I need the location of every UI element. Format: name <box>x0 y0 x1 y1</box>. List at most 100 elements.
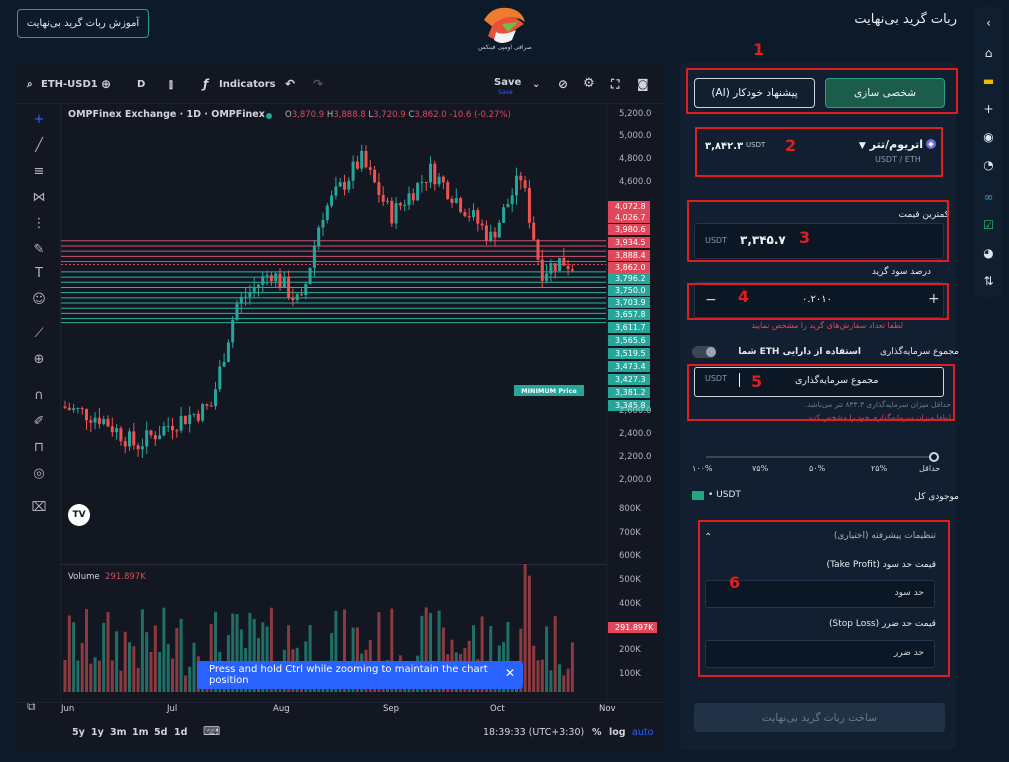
symbol-label[interactable]: ETH-USD1 <box>41 79 98 90</box>
candle-body <box>201 404 205 421</box>
save-button[interactable]: Save <box>494 77 521 88</box>
infinity-icon[interactable]: ∞ <box>979 187 998 206</box>
search-icon[interactable]: ⌕ <box>27 79 33 90</box>
grid-price-tag: 3,934.5 <box>608 237 650 248</box>
tradingview-logo[interactable]: TV <box>68 504 90 526</box>
eth-toggle[interactable] <box>692 346 716 358</box>
wallet-icon[interactable]: ▬ <box>979 71 998 90</box>
volume-bar <box>63 659 67 692</box>
undo-icon[interactable]: ↶ <box>285 77 295 91</box>
close-icon[interactable]: ✕ <box>505 666 515 680</box>
clock-readout[interactable]: 18:39:33 (UTC+3:30) <box>483 727 584 738</box>
slider-mark-75[interactable]: ۷۵% <box>752 464 768 473</box>
slider-mark-25[interactable]: ۲۵% <box>871 464 887 473</box>
horizontal-lines-icon[interactable]: ≡ <box>30 162 48 180</box>
candle-body <box>390 200 394 224</box>
eye-icon[interactable]: ◎ <box>30 464 48 482</box>
percent-toggle[interactable]: % <box>592 727 602 738</box>
slider-thumb[interactable] <box>929 452 939 462</box>
candle-body <box>123 441 127 447</box>
tutorial-button[interactable]: آموزش ربات گرید بی‌نهایت <box>17 9 149 38</box>
pie-chart-icon[interactable]: ◕ <box>979 243 998 262</box>
candle-body <box>403 205 407 207</box>
candle-body <box>433 163 437 185</box>
auto-toggle[interactable]: auto <box>632 727 653 738</box>
fullscreen-icon[interactable]: ⛶ <box>611 77 619 92</box>
settings-gear-icon[interactable]: ⚙ <box>583 76 595 91</box>
candle-body <box>381 195 385 202</box>
annotation-box-1 <box>686 68 958 114</box>
timeframe-5d[interactable]: 5d <box>154 727 167 738</box>
volume-bar <box>527 575 531 692</box>
candle-body <box>183 415 187 425</box>
pattern-icon[interactable]: ⋈ <box>30 188 48 206</box>
camera-icon[interactable]: ◙ <box>637 77 649 91</box>
chart-plot-area[interactable]: OMPFinex Exchange · 1D · OMPFinex O3,870… <box>61 104 606 702</box>
slider-mark-100[interactable]: ۱۰۰% <box>692 464 713 473</box>
volume-bar <box>67 615 71 692</box>
collapse-chevron-icon[interactable]: ‹ <box>979 13 998 32</box>
trendline-icon[interactable]: ╱ <box>30 136 48 154</box>
grid-price-tag: 3,519.5 <box>608 348 650 359</box>
redo-icon[interactable]: ↷ <box>313 77 323 91</box>
create-bot-button[interactable]: ساخت ربات گرید بی‌نهایت <box>694 703 945 732</box>
candle-body <box>407 193 411 206</box>
candle-body <box>252 286 256 292</box>
robot-icon[interactable]: ◉ <box>979 127 998 146</box>
log-toggle[interactable]: log <box>609 727 626 738</box>
clock-icon[interactable]: ◔ <box>979 155 998 174</box>
lock-drawing-icon[interactable]: ✐ <box>30 412 48 430</box>
check-icon[interactable]: ☑ <box>979 215 998 234</box>
home-icon[interactable]: ⌂ <box>979 43 998 62</box>
timeframe-1d[interactable]: 1d <box>174 727 187 738</box>
candle-body <box>308 267 312 284</box>
compare-plus-icon[interactable]: ⊕ <box>101 77 111 91</box>
emoji-icon[interactable]: ☺ <box>30 290 48 308</box>
lock-icon[interactable]: ⊓ <box>30 438 48 456</box>
candle-body <box>119 428 123 442</box>
candle-body <box>454 198 458 203</box>
crosshair-icon[interactable]: + <box>30 110 48 128</box>
text-icon[interactable]: T <box>30 264 48 282</box>
candle-body <box>85 408 88 421</box>
quick-search-icon[interactable]: ⊘ <box>558 77 568 91</box>
volume-bar <box>523 564 527 692</box>
volume-bar <box>162 607 166 692</box>
timeframe-1y[interactable]: 1y <box>91 727 104 738</box>
timeframe-1m[interactable]: 1m <box>132 727 149 738</box>
candle-body <box>519 175 523 181</box>
interval-button[interactable]: D <box>137 79 145 90</box>
plus-icon[interactable]: + <box>979 99 998 118</box>
volume-bar <box>140 609 144 692</box>
trash-icon[interactable]: ⌧ <box>30 498 48 516</box>
date-range-icon[interactable]: ⌨ <box>203 724 220 738</box>
candle-body <box>248 291 252 297</box>
trading-chart[interactable]: ⌕ ETH-USD1 ⊕ D ⫾ ƒ Indicators ↶ ↷ Save S… <box>17 66 664 750</box>
brush-icon[interactable]: ✎ <box>30 240 48 258</box>
sort-icon[interactable]: ⇅ <box>979 271 998 290</box>
slider-mark-50[interactable]: ۵۰% <box>809 464 825 473</box>
ruler-icon[interactable]: ⟋ <box>30 324 48 342</box>
save-dropdown-icon[interactable]: ⌄ <box>532 79 540 90</box>
candle-body <box>373 169 377 183</box>
annotation-box-4 <box>687 283 949 320</box>
indicators-icon[interactable]: ƒ <box>203 77 208 91</box>
indicators-button[interactable]: Indicators <box>219 79 276 90</box>
timeframe-5y[interactable]: 5y <box>72 727 85 738</box>
magnet-icon[interactable]: ∩ <box>30 386 48 404</box>
price-axis[interactable]: 5,200.0 5,000.0 4,800.0 4,600.0 4,072.8 … <box>606 104 664 702</box>
candle-body <box>171 426 174 431</box>
candle-body <box>93 417 97 423</box>
price-tick: 5,200.0 <box>619 109 652 119</box>
candle-body <box>132 431 136 446</box>
candle-body <box>351 161 355 181</box>
candle-type-icon[interactable]: ⫾ <box>169 77 173 92</box>
volume-bar <box>545 626 549 692</box>
volume-bar <box>145 632 149 692</box>
fib-icon[interactable]: ⋮ <box>30 214 48 232</box>
investment-slider[interactable] <box>706 456 934 458</box>
timeframe-3m[interactable]: 3m <box>110 727 127 738</box>
zoom-in-icon[interactable]: ⊕ <box>30 350 48 368</box>
candlestick-series <box>61 144 606 458</box>
volume-bar <box>106 612 110 692</box>
